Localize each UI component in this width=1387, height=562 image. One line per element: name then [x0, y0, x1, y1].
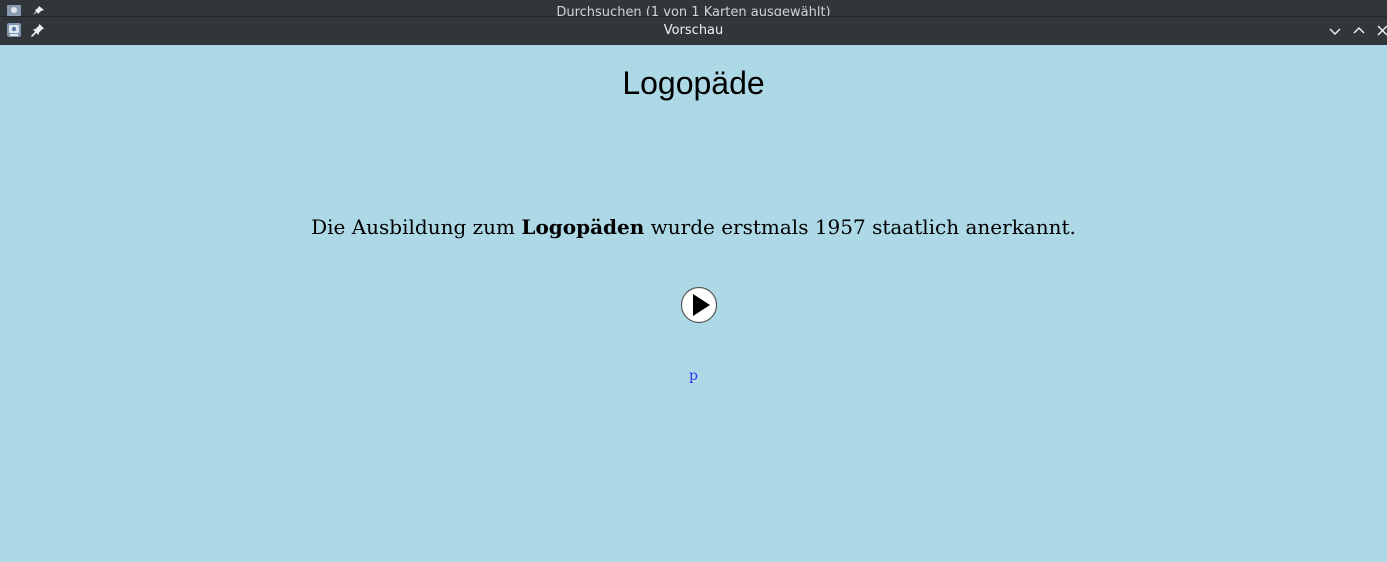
chevron-up-icon[interactable] — [1351, 23, 1367, 39]
background-window-titlebar: Durchsuchen (1 von 1 Karten ausgewählt) — [0, 0, 1387, 16]
sentence-text-after: wurde erstmals 1957 staatlich anerkannt. — [644, 215, 1076, 239]
background-window-title: Durchsuchen (1 von 1 Karten ausgewählt) — [556, 5, 831, 16]
window-titlebar[interactable]: Vorschau — [0, 16, 1387, 45]
window-title: Vorschau — [663, 23, 724, 38]
example-sentence: Die Ausbildung zum Logopäden wurde erstm… — [0, 215, 1387, 239]
sentence-text-before: Die Ausbildung zum — [311, 215, 522, 239]
card-title: Logopäde — [622, 65, 765, 101]
sentence-highlighted-word: Logopäden — [521, 215, 645, 239]
close-icon[interactable] — [1375, 23, 1387, 39]
chevron-down-icon[interactable] — [1327, 23, 1343, 39]
card-preview: Logopäde Die Ausbildung zum Logopäden wu… — [0, 45, 1387, 562]
p-link[interactable]: p — [0, 368, 1387, 384]
play-icon[interactable] — [680, 286, 718, 324]
